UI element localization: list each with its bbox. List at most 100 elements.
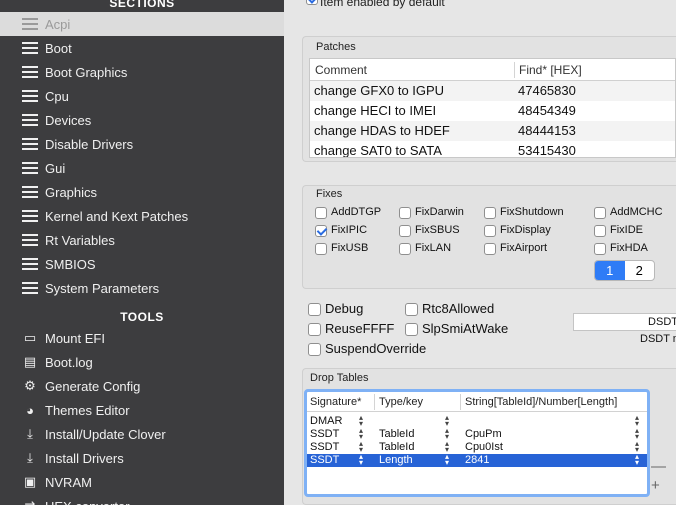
- sidebar-item-label: SMBIOS: [45, 256, 96, 272]
- tool-mount-efi[interactable]: ▭ Mount EFI: [0, 326, 284, 350]
- table-row[interactable]: change HECI to IMEI 48454349: [310, 101, 675, 121]
- sidebar-item-smbios[interactable]: SMBIOS: [0, 252, 284, 276]
- table-row[interactable]: DMAR ▴ ▾ ▴ ▾ ▴ ▾: [307, 414, 647, 428]
- list-icon: [20, 40, 40, 56]
- tool-label: Install/Update Clover: [45, 426, 166, 442]
- table-row[interactable]: change GFX0 to IGPU 47465830: [310, 81, 675, 101]
- tool-nvram[interactable]: ▣ NVRAM: [0, 470, 284, 494]
- drop-type-key: Length: [379, 454, 413, 466]
- tools-header: TOOLS: [120, 310, 164, 324]
- patch-find: 53415430: [518, 143, 576, 158]
- dsdt-name-field[interactable]: DSDT: [573, 313, 676, 331]
- patch-comment: change HECI to IMEI: [314, 103, 437, 118]
- drop-tables-title: Drop Tables: [310, 372, 369, 384]
- fixsbus-checkbox[interactable]: [399, 225, 411, 237]
- fixhda-checkbox[interactable]: [594, 243, 606, 255]
- list-icon: [20, 256, 40, 272]
- drop-type-key: TableId: [379, 441, 415, 453]
- col-type-key[interactable]: Type/key: [379, 396, 423, 409]
- tool-hex-converter[interactable]: ⇄ HEX converter: [0, 494, 284, 505]
- list-icon: [20, 232, 40, 248]
- sidebar-item-rt-variables[interactable]: Rt Variables: [0, 228, 284, 252]
- item-enabled-checkbox[interactable]: [306, 0, 318, 5]
- reuseffff-checkbox[interactable]: [308, 323, 321, 336]
- fixes-title: Fixes: [316, 188, 343, 200]
- tool-install-drivers[interactable]: ⤓ Install Drivers: [0, 446, 284, 470]
- fix-label: AddDTGP: [331, 206, 382, 218]
- tool-label: Generate Config: [45, 378, 141, 394]
- page-2-button[interactable]: 2: [625, 261, 655, 280]
- sidebar-item-gui[interactable]: Gui: [0, 156, 284, 180]
- sidebar-item-devices[interactable]: Devices: [0, 108, 284, 132]
- sidebar-item-graphics[interactable]: Graphics: [0, 180, 284, 204]
- patches-header: Comment Find* [HEX]: [310, 59, 675, 81]
- tool-install-update-clover[interactable]: ⤓ Install/Update Clover: [0, 422, 284, 446]
- tool-themes-editor[interactable]: ◕ Themes Editor: [0, 398, 284, 422]
- rtc8allowed-checkbox[interactable]: [405, 303, 418, 316]
- sidebar-item-label: Disable Drivers: [45, 136, 134, 152]
- fix-label: FixSBUS: [415, 224, 460, 236]
- col-signature[interactable]: Signature*: [310, 396, 361, 409]
- stepper-icon[interactable]: ▴ ▾: [443, 453, 451, 467]
- fixdarwin-checkbox[interactable]: [399, 207, 411, 219]
- sidebar-item-kernel-and-kext-patches[interactable]: Kernel and Kext Patches: [0, 204, 284, 228]
- sidebar-item-system-parameters[interactable]: System Parameters: [0, 276, 284, 300]
- tool-label: Mount EFI: [45, 330, 105, 346]
- table-row[interactable]: change SAT0 to SATA 53415430: [310, 141, 675, 158]
- fixairport-checkbox[interactable]: [484, 243, 496, 255]
- fixipic-checkbox[interactable]: [315, 225, 327, 237]
- addmchc-checkbox[interactable]: [594, 207, 606, 219]
- tool-generate-config[interactable]: ⚙ Generate Config: [0, 374, 284, 398]
- col-find[interactable]: Find* [HEX]: [519, 63, 582, 77]
- sidebar-item-acpi[interactable]: Acpi: [0, 12, 284, 36]
- table-row[interactable]: change HDAS to HDEF 48444153: [310, 121, 675, 141]
- drop-value: CpuPm: [465, 428, 502, 440]
- table-row[interactable]: SSDT ▴ ▾ TableId ▴ ▾ Cpu0Ist ▴ ▾: [307, 440, 647, 454]
- drop-tables-table[interactable]: Signature* Type/key String[TableId]/Numb…: [304, 389, 650, 497]
- sidebar-item-boot-graphics[interactable]: Boot Graphics: [0, 60, 284, 84]
- col-string-number[interactable]: String[TableId]/Number[Length]: [465, 396, 617, 409]
- option-label: Rtc8Allowed: [422, 301, 495, 316]
- fixes-pager[interactable]: 1 2: [594, 260, 655, 281]
- fix-label: FixAirport: [500, 242, 548, 254]
- patches-table[interactable]: Comment Find* [HEX] change GFX0 to IGPU 4…: [309, 58, 676, 158]
- sidebar-item-boot[interactable]: Boot: [0, 36, 284, 60]
- option-label: SlpSmiAtWake: [422, 321, 509, 336]
- slpsmiatwake-checkbox[interactable]: [405, 323, 418, 336]
- add-row-button[interactable]: +: [651, 477, 660, 494]
- patch-comment: change GFX0 to IGPU: [314, 83, 445, 98]
- stepper-icon[interactable]: ▴ ▾: [357, 453, 365, 467]
- gears-icon: ⚙: [24, 378, 36, 393]
- sidebar-item-label: Gui: [45, 160, 66, 176]
- list-icon: [20, 16, 40, 32]
- table-row[interactable]: SSDT ▴ ▾ Length ▴ ▾ 2841 ▴ ▾: [307, 453, 647, 467]
- tool-label: Install Drivers: [45, 450, 124, 466]
- patch-find: 48444153: [518, 123, 576, 138]
- page-1-button[interactable]: 1: [595, 261, 625, 280]
- table-row[interactable]: SSDT ▴ ▾ TableId ▴ ▾ CpuPm ▴ ▾: [307, 427, 647, 441]
- drop-signature: SSDT: [310, 454, 340, 466]
- fix-label: FixHDA: [610, 242, 648, 254]
- tool-boot-log[interactable]: ▤ Boot.log: [0, 350, 284, 374]
- fixlan-checkbox[interactable]: [399, 243, 411, 255]
- debug-checkbox[interactable]: [308, 303, 321, 316]
- sidebar-item-disable-drivers[interactable]: Disable Drivers: [0, 132, 284, 156]
- fixide-checkbox[interactable]: [594, 225, 606, 237]
- sidebar-item-cpu[interactable]: Cpu: [0, 84, 284, 108]
- fixshutdown-checkbox[interactable]: [484, 207, 496, 219]
- option-label: Debug: [325, 301, 364, 316]
- drop-signature: DMAR: [310, 415, 343, 427]
- fix-label: FixIPIC: [331, 224, 368, 236]
- remove-row-button[interactable]: —: [651, 458, 666, 475]
- fixdisplay-checkbox[interactable]: [484, 225, 496, 237]
- tool-label: HEX converter: [45, 499, 130, 505]
- fixusb-checkbox[interactable]: [315, 243, 327, 255]
- tool-label: Boot.log: [45, 354, 93, 370]
- adddtgp-checkbox[interactable]: [315, 207, 327, 219]
- fix-label: FixShutdown: [500, 206, 564, 218]
- col-comment[interactable]: Comment: [315, 63, 367, 77]
- suspendoverride-checkbox[interactable]: [308, 343, 321, 356]
- sidebar-item-label: Boot: [45, 40, 72, 56]
- patch-comment: change HDAS to HDEF: [314, 123, 450, 138]
- stepper-icon[interactable]: ▴ ▾: [633, 453, 641, 467]
